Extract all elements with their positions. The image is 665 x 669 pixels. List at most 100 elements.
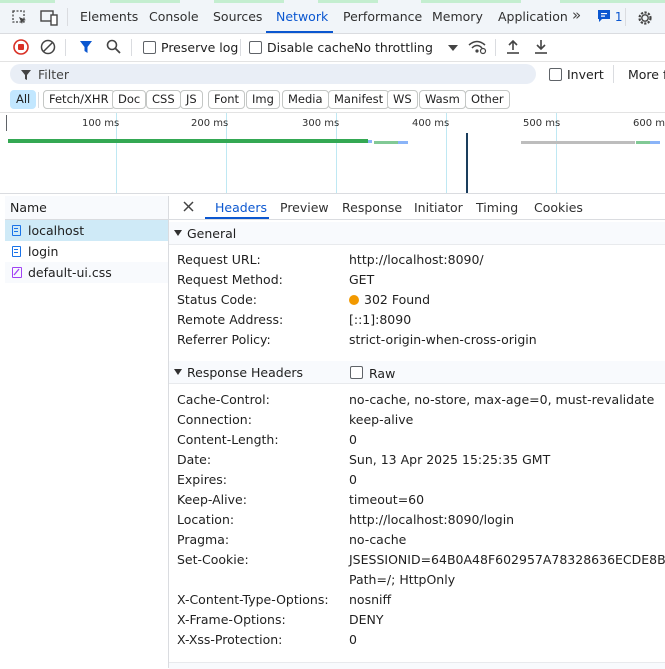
tab-cookies[interactable]: Cookies <box>534 200 583 215</box>
request-row-login[interactable]: login <box>5 241 168 262</box>
chip-manifest[interactable]: Manifest <box>328 90 390 109</box>
network-overview[interactable]: 100 ms 200 ms 300 ms 400 ms 500 ms 600 m… <box>0 112 665 194</box>
disable-cache-label: Disable cache <box>267 40 355 55</box>
collapse-triangle-icon <box>174 230 182 236</box>
close-icon[interactable] <box>183 201 194 212</box>
separator <box>67 8 68 26</box>
chip-js[interactable]: JS <box>180 90 203 109</box>
chip-other[interactable]: Other <box>465 90 510 109</box>
raw-checkbox[interactable] <box>350 366 363 379</box>
throttling-select[interactable]: No throttling <box>354 40 433 55</box>
chip-media[interactable]: Media <box>282 90 329 109</box>
clear-icon[interactable] <box>40 39 56 55</box>
active-tab-underline <box>266 31 333 33</box>
tab-sources[interactable]: Sources <box>213 9 262 24</box>
tab-response[interactable]: Response <box>342 200 402 215</box>
import-har-upload-icon[interactable] <box>506 39 520 55</box>
header-key: Keep-Alive: <box>177 492 247 507</box>
chip-doc[interactable]: Doc <box>112 90 147 109</box>
header-row: Request Method: GET <box>169 269 665 289</box>
overview-start-handle[interactable] <box>6 115 7 131</box>
header-key: X-Xss-Protection: <box>177 632 283 647</box>
overview-bar-localhost <box>8 139 368 143</box>
tab-initiator[interactable]: Initiator <box>414 200 463 215</box>
disable-cache-checkbox[interactable] <box>249 41 262 54</box>
header-key: Request URL: <box>177 252 261 267</box>
response-headers-section-header[interactable]: Response Headers Raw <box>169 361 665 384</box>
network-toolbar: Preserve log Disable cache No throttling <box>0 34 665 62</box>
status-dot-icon <box>349 295 359 305</box>
timeline-tick: 400 ms <box>412 118 450 129</box>
stylesheet-icon <box>12 267 22 278</box>
load-event-marker <box>466 133 468 193</box>
settings-gear-icon[interactable] <box>637 10 653 26</box>
request-detail-panel: Headers Preview Response Initiator Timin… <box>169 196 665 669</box>
invert-checkbox[interactable] <box>549 68 562 81</box>
header-value: keep-alive <box>349 412 414 427</box>
request-row-localhost[interactable]: localhost <box>5 220 168 241</box>
header-value: Path=/; HttpOnly <box>349 572 456 587</box>
tab-headers[interactable]: Headers <box>215 200 267 215</box>
collapse-triangle-icon <box>174 369 182 375</box>
filter-funnel-icon[interactable] <box>79 40 93 54</box>
device-toolbar-icon[interactable] <box>40 10 58 26</box>
name-column-header[interactable]: Name <box>5 196 168 220</box>
tab-timing[interactable]: Timing <box>476 200 518 215</box>
chip-fetch-xhr[interactable]: Fetch/XHR <box>43 90 115 109</box>
timeline-tick: 100 ms <box>82 118 120 129</box>
general-section-header[interactable]: General <box>169 222 665 245</box>
tab-application[interactable]: Application <box>498 9 568 24</box>
tab-console[interactable]: Console <box>149 9 199 24</box>
header-key: Remote Address: <box>177 312 284 327</box>
issues-count: 1 <box>614 10 623 24</box>
header-row: Expires: 0 <box>169 469 665 489</box>
inspect-element-icon[interactable] <box>12 10 28 26</box>
header-row: X-Content-Type-Options: nosniff <box>169 589 665 609</box>
more-tabs-chevron-icon[interactable]: » <box>572 6 581 24</box>
header-value: Sun, 13 Apr 2025 15:25:35 GMT <box>349 452 551 467</box>
header-key: Referrer Policy: <box>177 332 271 347</box>
devtools-tab-bar: Elements Console Sources Network Perform… <box>0 0 665 34</box>
filter-bar: Filter Invert More f <box>0 62 665 87</box>
stylesheet-pen-icon <box>13 268 20 276</box>
tab-performance[interactable]: Performance <box>343 9 422 24</box>
header-row: Cache-Control: no-cache, no-store, max-a… <box>169 389 665 409</box>
chip-font[interactable]: Font <box>208 90 246 109</box>
header-value: no-cache <box>349 532 407 547</box>
preserve-log-checkbox[interactable] <box>143 41 156 54</box>
overview-bar <box>521 141 635 144</box>
section-title: Response Headers <box>187 365 304 380</box>
header-row: Keep-Alive: timeout=60 <box>169 489 665 509</box>
separator <box>65 39 66 56</box>
request-name: default-ui.css <box>28 265 112 280</box>
request-row-default-ui-css[interactable]: default-ui.css <box>5 262 168 283</box>
tab-bar-highlight <box>421 0 521 3</box>
chip-css[interactable]: CSS <box>146 90 181 109</box>
filter-input[interactable]: Filter <box>10 64 536 84</box>
overview-bar <box>374 141 398 144</box>
chip-wasm[interactable]: Wasm <box>419 90 466 109</box>
overview-bar <box>398 141 408 144</box>
preserve-log-label: Preserve log <box>161 40 239 55</box>
chip-all[interactable]: All <box>10 90 37 109</box>
network-conditions-icon[interactable] <box>468 39 488 55</box>
tab-network[interactable]: Network <box>276 9 328 24</box>
issues-icon <box>598 10 610 22</box>
filter-placeholder: Filter <box>38 67 69 82</box>
stop-recording-icon[interactable] <box>13 39 29 55</box>
header-value: timeout=60 <box>349 492 425 507</box>
header-row: Location: http://localhost:8090/login <box>169 509 665 529</box>
header-value: 0 <box>349 432 357 447</box>
export-har-download-icon[interactable] <box>534 39 548 55</box>
header-key: Location: <box>177 512 235 527</box>
tab-elements[interactable]: Elements <box>80 9 138 24</box>
search-icon[interactable] <box>106 39 121 54</box>
chip-ws[interactable]: WS <box>387 90 418 109</box>
tab-bar-highlight <box>110 0 180 3</box>
tab-memory[interactable]: Memory <box>432 9 483 24</box>
resource-type-filters: All Fetch/XHR Doc CSS JS Font Img Media … <box>0 88 665 112</box>
issues-badge[interactable]: 1 <box>597 9 622 24</box>
chip-img[interactable]: Img <box>246 90 280 109</box>
tab-preview[interactable]: Preview <box>280 200 329 215</box>
more-filters-dropdown[interactable]: More f <box>628 67 665 82</box>
